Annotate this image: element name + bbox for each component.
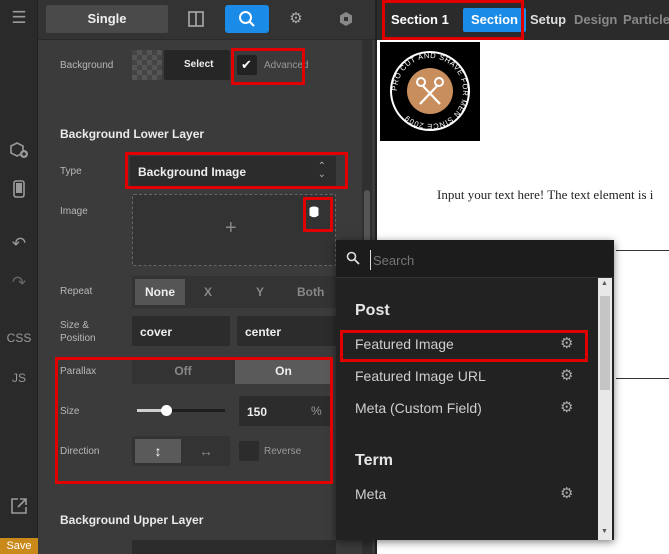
dropdown-item-meta-custom-field[interactable]: Meta (Custom Field)	[355, 400, 482, 416]
divider-line	[616, 250, 669, 251]
left-rail: ☰ ↶ ↷ CSS JS Save	[0, 0, 38, 554]
breadcrumb: Section 1 Section Setup Design Particles	[377, 0, 669, 40]
parallax-off-option[interactable]: Off	[132, 358, 234, 384]
select-button[interactable]: Select	[164, 50, 230, 80]
parallax-size-label: Size	[60, 406, 80, 417]
direction-segmented: ↕ ↔	[132, 436, 230, 466]
vertical-arrows-icon[interactable]: ↕	[135, 439, 181, 463]
background-color-swatch[interactable]	[132, 50, 162, 80]
group-term-title: Term	[355, 452, 393, 469]
dropdown-search-bar	[336, 240, 614, 278]
size-number-input[interactable]: 150 %	[239, 396, 331, 426]
hexagon-icon[interactable]	[331, 5, 361, 33]
repeat-label: Repeat	[60, 286, 93, 297]
divider-line	[616, 378, 669, 379]
search-icon[interactable]	[225, 5, 269, 33]
image-dropzone[interactable]: +	[132, 194, 336, 266]
horizontal-arrows-icon[interactable]: ↔	[184, 439, 228, 463]
parallax-segmented: Off On	[132, 358, 332, 384]
database-icon[interactable]	[309, 205, 319, 223]
size-unit[interactable]: %	[311, 404, 322, 418]
type-label: Type	[60, 166, 82, 177]
upper-layer-title: Background Upper Layer	[60, 513, 204, 527]
tab-particles[interactable]: Particles	[623, 0, 669, 40]
background-label: Background	[60, 60, 114, 71]
image-label: Image	[60, 206, 88, 217]
group-post-title: Post	[355, 302, 390, 319]
layout-columns-icon[interactable]	[181, 5, 211, 33]
text-element[interactable]: Input your text here! The text element i…	[437, 187, 653, 203]
dynamic-content-dropdown: Post Featured Image ⚙ Featured Image URL…	[336, 240, 614, 540]
css-button[interactable]: CSS	[0, 331, 38, 345]
repeat-both-option[interactable]: Both	[297, 285, 324, 299]
reverse-checkbox[interactable]	[239, 441, 259, 461]
scroll-up-icon[interactable]: ▲	[601, 280, 608, 287]
dropdown-item-featured-image[interactable]: Featured Image	[355, 336, 454, 352]
parallax-label: Parallax	[60, 366, 97, 377]
chevron-updown-icon: ⌃ ⌄	[317, 161, 326, 180]
advanced-checkbox[interactable]: ✔	[237, 55, 257, 75]
search-icon	[346, 251, 360, 270]
add-element-icon[interactable]	[0, 140, 38, 165]
type-select[interactable]: Background Image ⌃ ⌄	[130, 156, 336, 186]
add-image-icon: +	[225, 217, 237, 239]
upper-layer-type-select[interactable]	[132, 540, 336, 554]
parallax-on-option[interactable]: On	[235, 358, 332, 384]
size-slider-handle[interactable]	[161, 405, 173, 416]
redo-icon[interactable]: ↷	[0, 273, 38, 293]
external-link-icon[interactable]	[0, 497, 38, 520]
undo-icon[interactable]: ↶	[0, 234, 38, 254]
dropdown-item-term-meta[interactable]: Meta	[355, 486, 386, 502]
panel-toolbar: Single ⚙	[38, 0, 375, 40]
size-position-label-2: Position	[60, 333, 96, 344]
save-button[interactable]: Save	[0, 538, 38, 554]
repeat-x-option[interactable]: X	[204, 285, 212, 299]
position-input[interactable]: center	[237, 316, 336, 346]
direction-label: Direction	[60, 446, 100, 457]
logo-image[interactable]: PRO CUT AND SHAVE FOR MEN SINCE 2009	[380, 42, 480, 141]
size-position-label: Size &	[60, 320, 89, 331]
inspector-panel: Single ⚙ Background Select ✔ Advanced Ba…	[38, 0, 375, 554]
dropdown-item-featured-image-url[interactable]: Featured Image URL	[355, 368, 486, 384]
gear-icon[interactable]: ⚙	[560, 366, 573, 384]
reverse-label: Reverse	[264, 446, 302, 457]
single-mode-button[interactable]: Single	[46, 5, 168, 33]
dropdown-scrollbar-thumb[interactable]	[600, 296, 610, 390]
gear-icon[interactable]: ⚙	[560, 334, 573, 352]
repeat-y-option[interactable]: Y	[256, 285, 264, 299]
tab-design[interactable]: Design	[574, 0, 617, 40]
gear-icon[interactable]: ⚙	[560, 398, 573, 416]
tab-setup[interactable]: Setup	[530, 0, 566, 40]
repeat-none-option[interactable]: None	[135, 279, 185, 305]
breadcrumb-section[interactable]: Section	[463, 8, 526, 32]
hamburger-menu-icon[interactable]: ☰	[0, 8, 38, 28]
advanced-label: Advanced	[264, 60, 309, 71]
js-button[interactable]: JS	[0, 371, 38, 385]
breadcrumb-section-1[interactable]: Section 1	[391, 0, 449, 40]
repeat-segmented: None X Y Both	[132, 276, 336, 308]
dropdown-search-input[interactable]	[370, 250, 590, 270]
gear-icon[interactable]: ⚙	[281, 5, 311, 33]
gear-icon[interactable]: ⚙	[560, 484, 573, 502]
mobile-preview-icon[interactable]	[0, 180, 38, 203]
checkmark-icon: ✔	[241, 57, 252, 72]
lower-layer-title: Background Lower Layer	[60, 127, 205, 141]
size-input[interactable]: cover	[132, 316, 230, 346]
scroll-down-icon[interactable]: ▼	[601, 528, 608, 535]
